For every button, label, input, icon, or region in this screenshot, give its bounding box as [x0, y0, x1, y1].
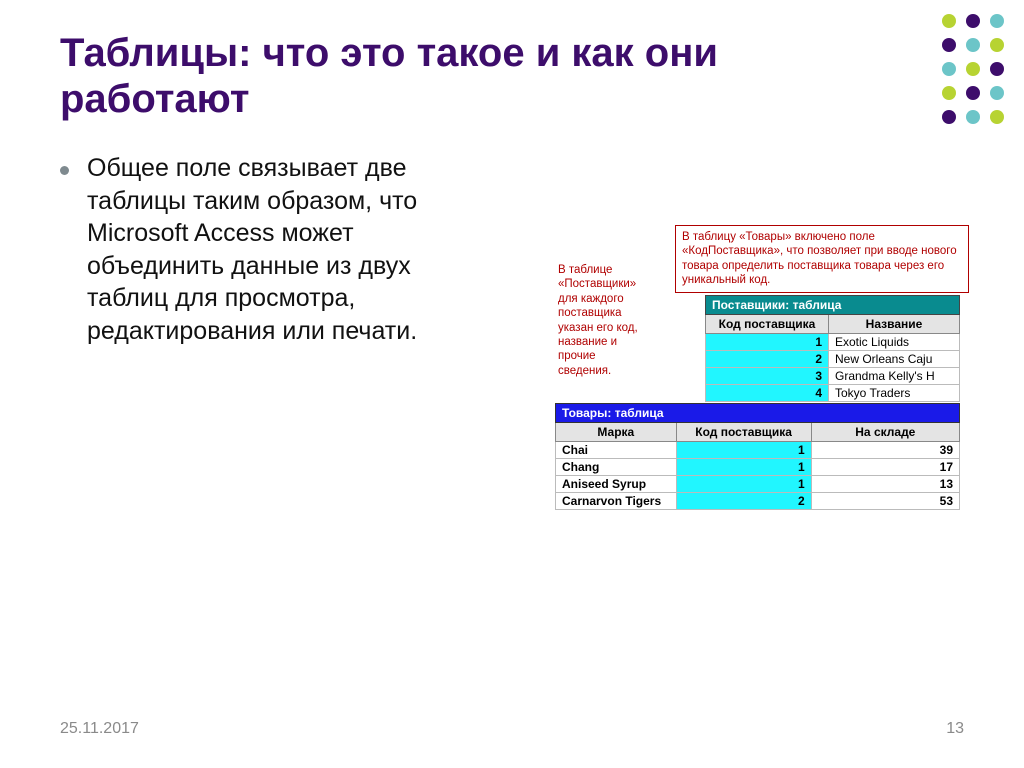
table-cell: Grandma Kelly's H [829, 368, 960, 385]
table-cell: 39 [811, 442, 959, 459]
table-cell: 53 [811, 493, 959, 510]
products-table: Товары: таблица Марка Код поставщика На … [555, 403, 960, 510]
table-cell: Carnarvon Tigers [556, 493, 677, 510]
footer-date: 25.11.2017 [60, 720, 139, 738]
suppliers-col-name-header: Название [829, 315, 960, 334]
bullet-icon [60, 166, 69, 175]
table-cell: 2 [676, 493, 811, 510]
suppliers-table-title: Поставщики: таблица [706, 296, 960, 315]
table-cell: 1 [706, 334, 829, 351]
table-cell: 2 [706, 351, 829, 368]
table-cell: Exotic Liquids [829, 334, 960, 351]
products-col-stock-header: На складе [811, 423, 959, 442]
decorative-dot-grid [942, 14, 1010, 130]
table-cell: Chai [556, 442, 677, 459]
table-cell: 1 [676, 476, 811, 493]
products-col-brand-header: Марка [556, 423, 677, 442]
table-cell: 13 [811, 476, 959, 493]
table-cell: 3 [706, 368, 829, 385]
suppliers-table: Поставщики: таблица Код поставщика Назва… [705, 295, 960, 402]
table-cell: 17 [811, 459, 959, 476]
suppliers-col-code-header: Код поставщика [706, 315, 829, 334]
table-cell: New Orleans Caju [829, 351, 960, 368]
table-cell: Chang [556, 459, 677, 476]
table-cell: Tokyo Traders [829, 385, 960, 402]
table-cell: 1 [676, 459, 811, 476]
table-cell: 1 [676, 442, 811, 459]
callout-left: В таблице «Поставщики» для каждого поста… [558, 263, 648, 378]
table-cell: Aniseed Syrup [556, 476, 677, 493]
footer-page-number: 13 [946, 720, 964, 738]
table-cell: 4 [706, 385, 829, 402]
callout-top: В таблицу «Товары» включено поле «КодПос… [675, 225, 969, 293]
products-col-code-header: Код поставщика [676, 423, 811, 442]
products-table-title: Товары: таблица [556, 404, 960, 423]
bullet-text: Общее поле связывает две таблицы таким о… [87, 152, 480, 347]
slide-title: Таблицы: что это такое и как они работаю… [60, 30, 760, 122]
